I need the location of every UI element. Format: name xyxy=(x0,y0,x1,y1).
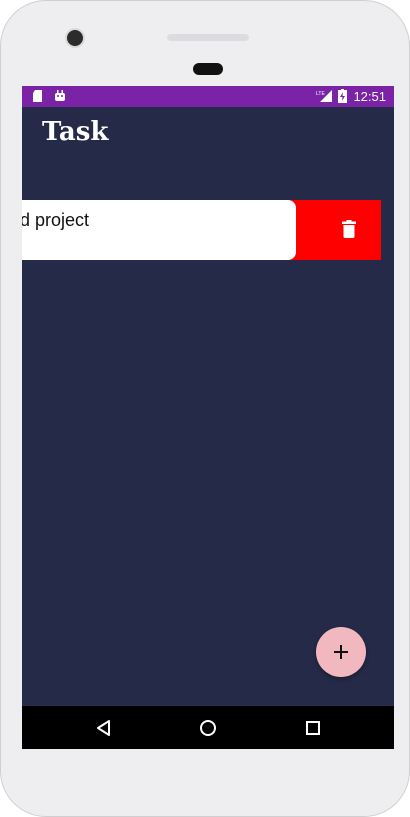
navigation-bar xyxy=(22,706,394,749)
front-camera xyxy=(65,28,85,48)
plus-icon xyxy=(334,645,348,659)
battery-charging-icon xyxy=(338,89,347,103)
earpiece xyxy=(193,63,223,75)
phone-frame: LTE 12:51 Task d project xyxy=(0,0,410,817)
add-task-button[interactable] xyxy=(316,627,366,677)
page-title: Task xyxy=(42,117,109,147)
android-icon xyxy=(55,90,65,101)
screen: LTE 12:51 Task d project xyxy=(22,86,394,749)
lte-signal-icon: LTE xyxy=(316,90,332,102)
back-icon[interactable] xyxy=(93,717,115,739)
home-icon[interactable] xyxy=(197,717,219,739)
svg-text:LTE: LTE xyxy=(316,91,325,97)
task-card[interactable]: d project xyxy=(22,200,296,260)
speaker-grille xyxy=(167,34,249,41)
trash-icon[interactable] xyxy=(342,220,356,238)
sd-card-icon xyxy=(33,90,42,102)
swipe-delete-background[interactable] xyxy=(290,200,381,260)
recents-icon[interactable] xyxy=(302,717,324,739)
status-time: 12:51 xyxy=(353,89,386,104)
status-bar: LTE 12:51 xyxy=(22,86,394,107)
task-text: d project xyxy=(22,210,90,230)
